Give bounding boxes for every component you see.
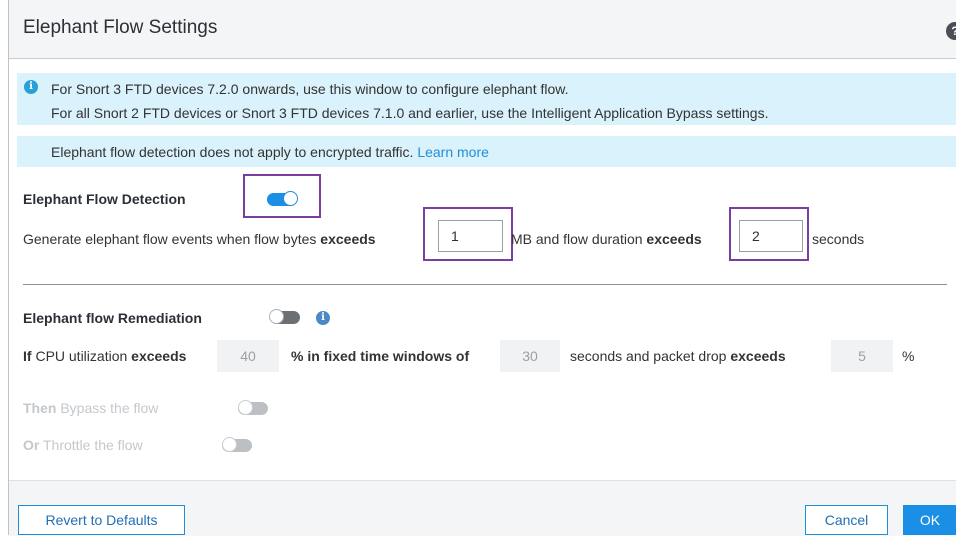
elephant-flow-dialog: Elephant Flow Settings ? i For Snort 3 F… <box>8 0 956 536</box>
dialog-header: Elephant Flow Settings ? <box>9 0 956 59</box>
or-word: Or <box>23 437 40 453</box>
then-word: Then <box>23 400 57 416</box>
detection-exceeds-2: exceeds <box>646 231 702 247</box>
bypass-text: Bypass the flow <box>56 400 159 416</box>
flow-bytes-input[interactable] <box>438 220 503 252</box>
cpu-threshold-input[interactable]: 40 <box>217 340 279 372</box>
packet-drop-text: seconds and packet drop exceeds <box>570 348 786 364</box>
toggle-knob <box>283 191 298 206</box>
info-icon: i <box>24 80 38 94</box>
detection-middle-text: MB and flow duration exceeds <box>511 231 702 247</box>
detection-text-2: MB and flow duration <box>511 231 647 247</box>
detection-label: Elephant Flow Detection <box>23 191 186 207</box>
toggle-knob <box>222 437 237 452</box>
bypass-option-label: Then Bypass the flow <box>23 400 158 416</box>
detection-text-1: Generate elephant flow events when flow … <box>23 231 321 247</box>
seconds-label: seconds <box>812 231 865 247</box>
cpu-exceeds: exceeds <box>131 348 187 364</box>
packet-drop-input[interactable]: 5 <box>831 340 893 372</box>
encrypted-note-banner: Elephant flow detection does not apply t… <box>17 136 956 167</box>
detection-sentence: Generate elephant flow events when flow … <box>23 231 376 247</box>
pct-window-text: % in fixed time windows of <box>291 348 469 364</box>
throttle-text: Throttle the flow <box>39 437 143 453</box>
ok-button[interactable]: OK <box>903 505 956 535</box>
detection-exceeds-1: exceeds <box>320 231 376 247</box>
learn-more-link[interactable]: Learn more <box>417 144 489 160</box>
cpu-text: CPU utilization <box>31 348 132 364</box>
remediation-label: Elephant flow Remediation <box>23 310 202 326</box>
section-divider <box>23 284 947 285</box>
pct-window-bold: % in fixed time windows of <box>291 348 470 364</box>
time-window-input[interactable]: 30 <box>500 340 560 372</box>
dialog-footer: Revert to Defaults Cancel OK <box>9 480 956 536</box>
info-line-1: For Snort 3 FTD devices 7.2.0 onwards, u… <box>51 81 569 97</box>
cancel-button[interactable]: Cancel <box>805 505 888 535</box>
seconds-drop-text: seconds and packet drop <box>570 348 731 364</box>
cpu-sentence: If CPU utilization exceeds <box>23 348 186 364</box>
info-line-2: For all Snort 2 FTD devices or Snort 3 F… <box>51 105 769 121</box>
revert-defaults-button[interactable]: Revert to Defaults <box>18 505 185 535</box>
remediation-toggle[interactable] <box>269 309 300 324</box>
encrypted-note-text: Elephant flow detection does not apply t… <box>51 144 414 160</box>
toggle-knob <box>238 400 253 415</box>
encrypted-note: Elephant flow detection does not apply t… <box>51 144 489 160</box>
dialog-title: Elephant Flow Settings <box>23 17 218 38</box>
if-word: If <box>23 348 32 364</box>
toggle-knob <box>269 309 284 324</box>
info-banner: i For Snort 3 FTD devices 7.2.0 onwards,… <box>17 73 956 125</box>
remediation-info-icon[interactable]: i <box>316 311 330 325</box>
bypass-toggle[interactable] <box>238 400 268 415</box>
flow-duration-input[interactable] <box>739 220 803 252</box>
drop-exceeds: exceeds <box>730 348 786 364</box>
percent-sign: % <box>902 348 915 364</box>
detection-toggle[interactable] <box>267 191 298 206</box>
throttle-option-label: Or Throttle the flow <box>23 437 143 453</box>
help-icon[interactable]: ? <box>946 22 956 40</box>
throttle-toggle[interactable] <box>222 437 252 452</box>
